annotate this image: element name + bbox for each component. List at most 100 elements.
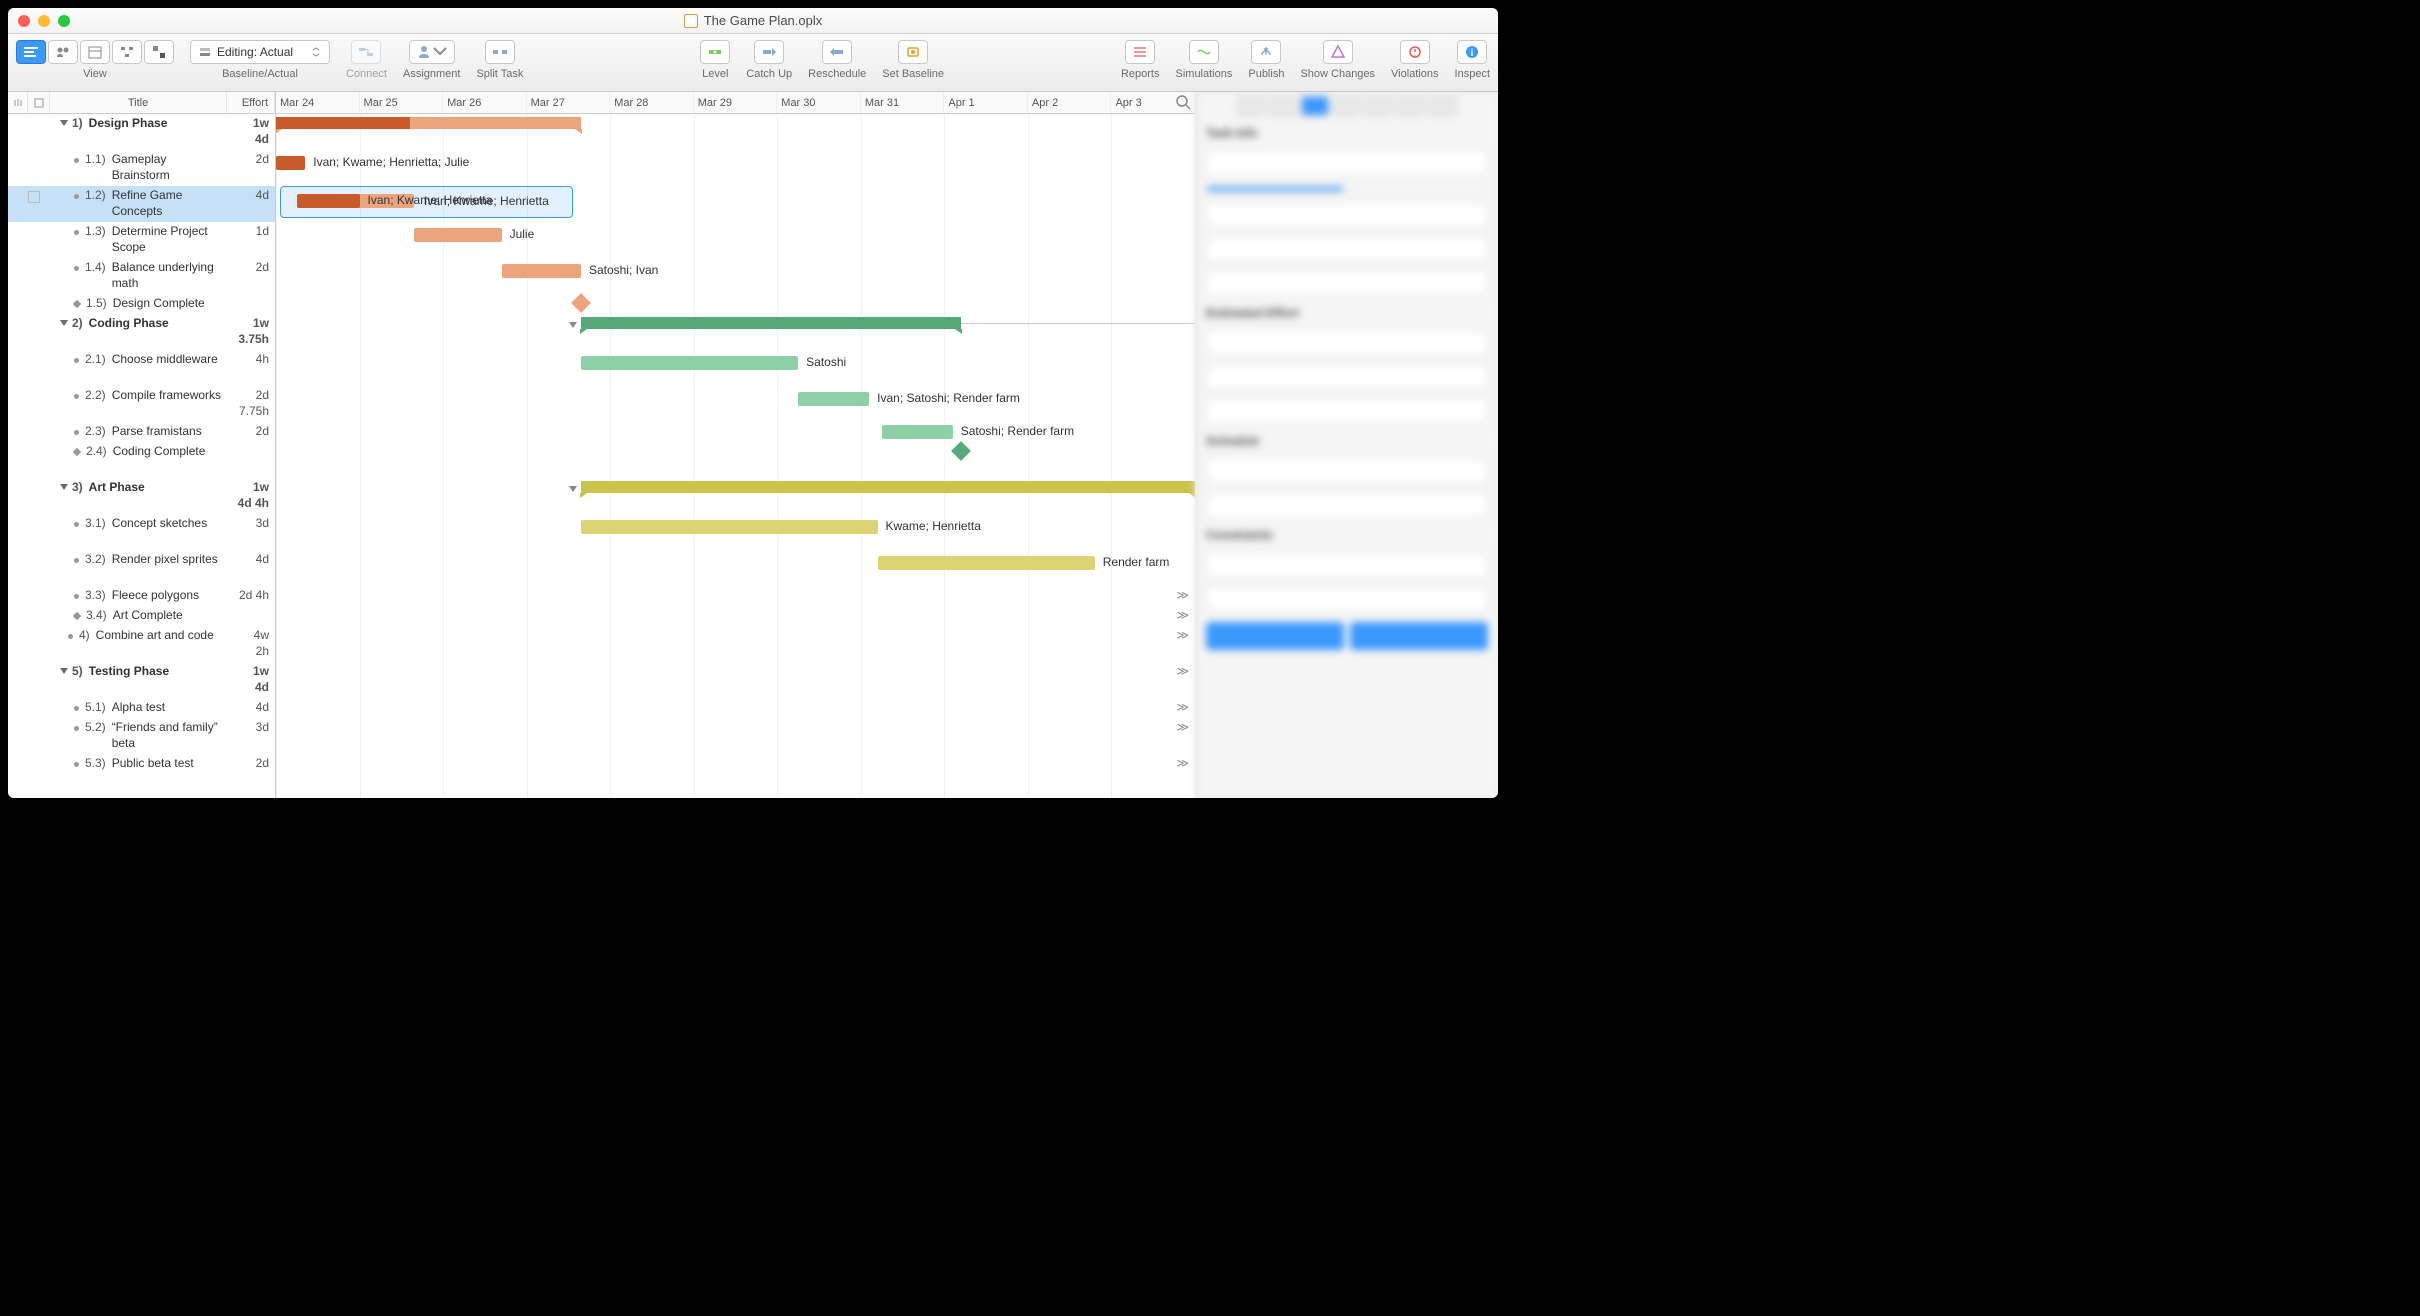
catch-up-button[interactable]: [754, 40, 784, 64]
outline-task-row[interactable]: 1.3)Determine Project Scope1d: [8, 222, 275, 258]
view-network-button[interactable]: [112, 40, 142, 64]
gantt-phase-bracket[interactable]: [581, 317, 961, 329]
publish-button[interactable]: [1251, 40, 1281, 64]
outline-task-row[interactable]: 3.2)Render pixel sprites4d: [8, 550, 275, 586]
disclosure-triangle-icon[interactable]: [60, 668, 68, 674]
gantt-offscreen-marker[interactable]: ≫: [1176, 756, 1189, 770]
reschedule-button[interactable]: [822, 40, 852, 64]
grab-column-header[interactable]: [8, 92, 28, 113]
gantt-offscreen-marker[interactable]: ≫: [1176, 588, 1189, 602]
row-number: 3): [72, 480, 83, 512]
date-header-cell[interactable]: Mar 31: [861, 92, 945, 113]
gantt-offscreen-marker[interactable]: ≫: [1176, 700, 1189, 714]
outline-task-row[interactable]: 3.3)Fleece polygons2d 4h: [8, 586, 275, 606]
disclosure-triangle-icon[interactable]: [60, 120, 68, 126]
row-number: 1.3): [85, 224, 106, 256]
disclosure-triangle-icon[interactable]: [60, 320, 68, 326]
effort-column-header[interactable]: Effort: [227, 92, 275, 113]
outline-task-row[interactable]: 3.1)Concept sketches3d: [8, 514, 275, 550]
date-header-cell[interactable]: Mar 30: [777, 92, 861, 113]
view-styles-button[interactable]: [144, 40, 174, 64]
gantt-milestone[interactable]: [951, 441, 971, 461]
connect-label: Connect: [346, 68, 387, 80]
disclosure-triangle-icon[interactable]: [60, 484, 68, 490]
row-title: Concept sketches: [112, 516, 227, 548]
gantt-bar[interactable]: [581, 356, 798, 370]
outline-task-row[interactable]: 5.1)Alpha test4d: [8, 698, 275, 718]
gantt-offscreen-marker[interactable]: ≫: [1176, 628, 1189, 642]
reports-button[interactable]: [1125, 40, 1155, 64]
outline-task-row[interactable]: 2.3)Parse framistans2d: [8, 422, 275, 442]
gantt-milestone[interactable]: [571, 293, 591, 313]
toolbar-view-group: View: [8, 34, 182, 91]
outline-task-row[interactable]: 1.4)Balance underlying math2d: [8, 258, 275, 294]
split-task-button[interactable]: [485, 40, 515, 64]
inspector-panel: Task Info Estimated Effort Schedule Cons…: [1195, 92, 1498, 798]
date-header-cell[interactable]: Mar 27: [527, 92, 611, 113]
outline-task-row[interactable]: 3.4)Art Complete: [8, 606, 275, 626]
view-resources-button[interactable]: [48, 40, 78, 64]
show-changes-button[interactable]: [1323, 40, 1353, 64]
view-gantt-button[interactable]: [16, 40, 46, 64]
outline-phase-row[interactable]: 2)Coding Phase1w3.75h: [8, 314, 275, 350]
row-effort: 4d: [227, 188, 275, 220]
outline-phase-row[interactable]: 5)Testing Phase1w4d: [8, 662, 275, 698]
note-icon[interactable]: [28, 191, 40, 203]
outline-task-row[interactable]: 1.5)Design Complete: [8, 294, 275, 314]
gantt-body[interactable]: Ivan; Kwame; Henrietta; JulieIvan; Kwame…: [276, 114, 1195, 798]
outline-body[interactable]: 1)Design Phase1w4d1.1)Gameplay Brainstor…: [8, 114, 275, 798]
gantt-offscreen-marker[interactable]: ≫: [1176, 720, 1189, 734]
set-baseline-button[interactable]: [898, 40, 928, 64]
gantt-bar-label: Satoshi; Ivan: [589, 263, 658, 277]
level-button[interactable]: [700, 40, 730, 64]
gantt-bar[interactable]: [297, 194, 360, 208]
row-effort: 2d 4h: [227, 588, 275, 604]
note-column-header[interactable]: [28, 92, 50, 113]
connect-button[interactable]: [351, 40, 381, 64]
gantt-bar[interactable]: [882, 425, 953, 439]
gantt-bar[interactable]: [878, 556, 1095, 570]
row-title: Testing Phase: [89, 664, 227, 696]
gantt-bar[interactable]: [502, 264, 581, 278]
gantt-offscreen-marker[interactable]: ≫: [1176, 608, 1189, 622]
gantt-offscreen-marker[interactable]: ≫: [1176, 664, 1189, 678]
title-column-header[interactable]: Title: [50, 92, 227, 113]
outline-phase-row[interactable]: 3)Art Phase1w4d 4h: [8, 478, 275, 514]
violations-button[interactable]: [1400, 40, 1430, 64]
gantt-bar[interactable]: [798, 392, 869, 406]
outline-task-row[interactable]: 5.2)“Friends and family” beta3d: [8, 718, 275, 754]
gantt-bar[interactable]: [276, 156, 305, 170]
view-calendar-button[interactable]: [80, 40, 110, 64]
gantt-phase-bracket[interactable]: [581, 481, 1195, 493]
row-number: 3.4): [86, 608, 107, 624]
date-header-cell[interactable]: Mar 25: [360, 92, 444, 113]
outline-task-row[interactable]: 1.2)Refine Game Concepts4d: [8, 186, 275, 222]
outline-task-row[interactable]: 1.1)Gameplay Brainstorm2d: [8, 150, 275, 186]
date-header-cell[interactable]: Apr 1: [944, 92, 1028, 113]
outline-phase-row[interactable]: 1)Design Phase1w4d: [8, 114, 275, 150]
gantt-disclosure-icon[interactable]: [569, 322, 577, 328]
row-title: Coding Complete: [113, 444, 227, 476]
date-header-cell[interactable]: Mar 24: [276, 92, 360, 113]
simulations-button[interactable]: [1189, 40, 1219, 64]
date-header-cell[interactable]: Mar 28: [610, 92, 694, 113]
gantt-bar[interactable]: [414, 228, 502, 242]
outline-task-row[interactable]: 5.3)Public beta test2d: [8, 754, 275, 774]
gantt-bar[interactable]: [581, 520, 878, 534]
baseline-actual-selector[interactable]: Editing: Actual: [190, 40, 330, 64]
inspect-button[interactable]: i: [1457, 40, 1487, 64]
outline-task-row[interactable]: 2.2)Compile frameworks2d7.75h: [8, 386, 275, 422]
row-title: Public beta test: [112, 756, 227, 772]
zoom-icon[interactable]: [1175, 94, 1193, 112]
outline-task-row[interactable]: 2.1)Choose middleware4h: [8, 350, 275, 386]
outline-task-row[interactable]: 2.4)Coding Complete: [8, 442, 275, 478]
outline-task-row[interactable]: 4)Combine art and code4w2h: [8, 626, 275, 662]
row-number: 2.2): [85, 388, 106, 420]
gantt-bar[interactable]: [276, 117, 410, 129]
toolbar-connect-group: Connect: [338, 34, 395, 91]
assignment-button[interactable]: [409, 40, 455, 64]
gantt-disclosure-icon[interactable]: [569, 486, 577, 492]
date-header-cell[interactable]: Mar 29: [694, 92, 778, 113]
date-header-cell[interactable]: Apr 2: [1028, 92, 1112, 113]
date-header-cell[interactable]: Mar 26: [443, 92, 527, 113]
